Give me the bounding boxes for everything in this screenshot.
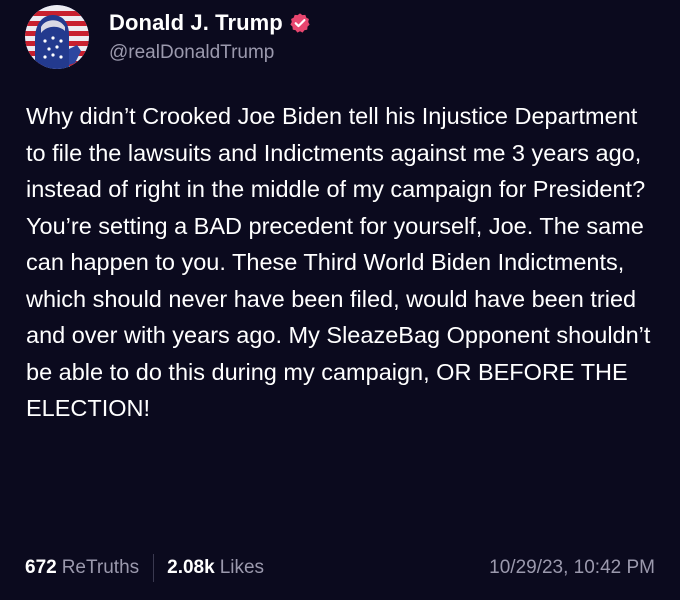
post-timestamp[interactable]: 10/29/23, 10:42 PM [489, 557, 655, 579]
verified-badge-icon [289, 12, 311, 34]
likes-label: Likes [219, 557, 265, 578]
user-handle[interactable]: @realDonaldTrump [109, 42, 311, 64]
likes-count: 2.08k [167, 557, 215, 578]
stats-divider [153, 554, 155, 582]
post-header: Donald J. Trump @realDonaldTrump [25, 5, 311, 69]
patriotic-portrait-avatar-icon [25, 5, 89, 69]
avatar[interactable] [25, 5, 89, 69]
post-footer: 672 ReTruths 2.08k Likes 10/29/23, 10:42… [25, 552, 655, 584]
name-row: Donald J. Trump [109, 10, 311, 36]
retruths-count: 672 [25, 557, 57, 578]
truth-post-card: Donald J. Trump @realDonaldTrump Why did… [0, 0, 680, 600]
retruths-label: ReTruths [61, 557, 140, 578]
author-identity: Donald J. Trump @realDonaldTrump [109, 10, 311, 64]
display-name[interactable]: Donald J. Trump [109, 10, 283, 36]
retruths-stat[interactable]: 672 ReTruths [25, 557, 139, 579]
likes-stat[interactable]: 2.08k Likes [167, 557, 264, 579]
post-text: Why didn’t Crooked Joe Biden tell his In… [26, 103, 651, 421]
